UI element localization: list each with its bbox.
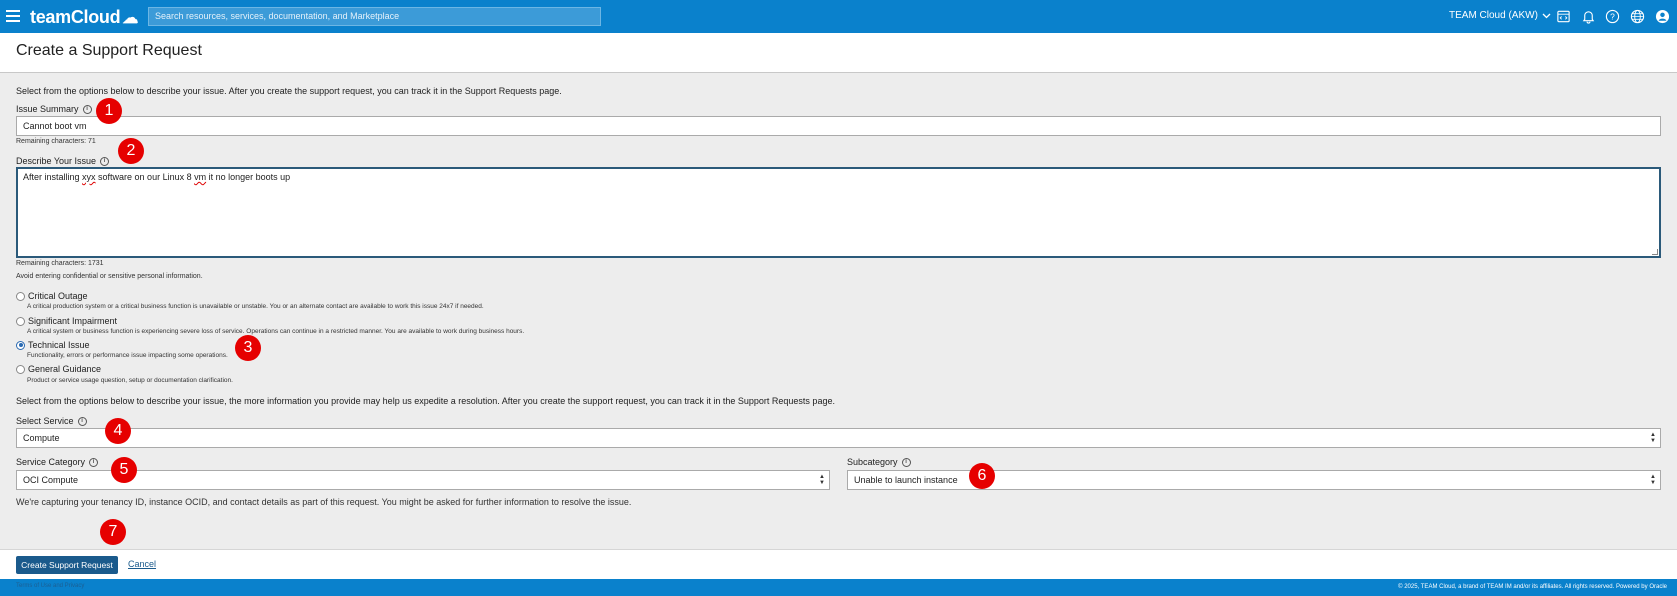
select-service-label-text: Select Service [16, 416, 74, 426]
annotation-badge-2: 2 [118, 138, 144, 164]
up-down-arrows-icon: ▲ ▼ [1650, 474, 1656, 486]
annotation-badge-7: 7 [100, 519, 126, 545]
brand-logo[interactable]: teamCloud ☁ [30, 7, 138, 28]
radio-button[interactable] [16, 316, 25, 326]
issue-summary-remaining: Remaining characters: 71 [16, 138, 96, 145]
global-search-input[interactable]: Search resources, services, documentatio… [148, 7, 601, 26]
service-category-dropdown[interactable]: OCI Compute ▲ ▼ [16, 470, 830, 490]
service-category-label-text: Service Category [16, 457, 86, 467]
severity-label: General Guidance [28, 364, 102, 374]
tenancy-selector[interactable]: TEAM Cloud (AKW) [1449, 10, 1551, 21]
issue-summary-label-text: Issue Summary [16, 104, 79, 114]
severity-label: Technical Issue [28, 340, 90, 350]
select-service-label: Select Service i [16, 416, 87, 426]
cancel-link[interactable]: Cancel [128, 559, 156, 569]
page-footer: Terms of Use and Privacy © 2025, TEAM Cl… [0, 579, 1677, 596]
resize-handle-icon[interactable] [1652, 249, 1658, 255]
page-title: Create a Support Request [16, 42, 202, 59]
info-icon[interactable]: i [77, 416, 87, 426]
service-intro-text: Select from the options below to describ… [16, 396, 835, 406]
chevron-down-icon [1542, 13, 1551, 18]
severity-option-general-guidance[interactable]: General Guidance [16, 364, 101, 374]
globe-icon[interactable] [1630, 9, 1645, 24]
cloud-icon: ☁ [122, 9, 139, 27]
annotation-badge-3: 3 [235, 335, 261, 361]
tenancy-label: TEAM Cloud (AKW) [1449, 10, 1538, 21]
hamburger-menu-icon[interactable] [6, 10, 20, 22]
severity-description: Product or service usage question, setup… [27, 377, 233, 384]
info-icon[interactable]: i [82, 104, 92, 114]
annotation-badge-6: 6 [969, 463, 995, 489]
issue-summary-input[interactable]: Cannot boot vm [16, 116, 1661, 136]
select-service-value: Compute [23, 433, 60, 443]
annotation-badge-5: 5 [111, 457, 137, 483]
info-icon[interactable]: i [89, 457, 99, 467]
terms-privacy-link[interactable]: Terms of Use and Privacy [16, 583, 84, 589]
capture-note: We're capturing your tenancy ID, instanc… [16, 497, 632, 507]
severity-option-significant-impairment[interactable]: Significant Impairment [16, 316, 117, 326]
info-icon[interactable]: i [100, 156, 110, 166]
misspelled-word: xyx [82, 172, 96, 182]
severity-label: Significant Impairment [28, 316, 118, 326]
brand-name: teamCloud [30, 7, 121, 27]
up-down-arrows-icon: ▲ ▼ [1650, 432, 1656, 444]
subcategory-label: Subcategory i [847, 457, 911, 467]
annotation-badge-4: 4 [105, 418, 131, 444]
help-icon[interactable]: ? [1605, 9, 1620, 24]
annotation-badge-1: 1 [96, 98, 122, 124]
subcategory-label-text: Subcategory [847, 457, 898, 467]
severity-label: Critical Outage [28, 291, 88, 301]
select-service-dropdown[interactable]: Compute ▲ ▼ [16, 428, 1661, 448]
svg-text:?: ? [1610, 12, 1615, 22]
service-category-label: Service Category i [16, 457, 99, 467]
subcategory-value: Unable to launch instance [854, 475, 958, 485]
describe-issue-label: Describe Your Issue i [16, 156, 110, 166]
top-navigation-bar: teamCloud ☁ Search resources, services, … [0, 0, 1677, 33]
issue-text-part: software on our Linux 8 [95, 172, 195, 182]
severity-description: A critical production system or a critic… [27, 303, 484, 310]
bell-icon[interactable] [1581, 9, 1596, 24]
describe-issue-label-text: Describe Your Issue [16, 156, 97, 166]
create-support-request-button[interactable]: Create Support Request [16, 556, 118, 574]
up-down-arrows-icon: ▲ ▼ [819, 474, 825, 486]
code-editor-icon[interactable] [1556, 9, 1571, 24]
page-header: Create a Support Request [0, 33, 1677, 73]
radio-button-selected[interactable] [16, 340, 25, 350]
copyright-text: © 2025, TEAM Cloud, a brand of TEAM IM a… [1398, 584, 1667, 590]
form-intro-text: Select from the options below to describ… [16, 86, 562, 96]
severity-option-critical-outage[interactable]: Critical Outage [16, 291, 88, 301]
form-action-bar: Create Support Request Cancel [0, 549, 1677, 579]
severity-option-technical-issue[interactable]: Technical Issue [16, 340, 90, 350]
issue-summary-label: Issue Summary i [16, 104, 92, 114]
issue-text-part: it no longer boots up [206, 172, 291, 182]
radio-button[interactable] [16, 291, 25, 301]
severity-description: Functionality, errors or performance iss… [27, 352, 228, 359]
describe-issue-textarea[interactable]: After installing xyx software on our Lin… [16, 167, 1661, 258]
issue-text-part: After installing [23, 172, 83, 182]
describe-issue-remaining: Remaining characters: 1731 [16, 260, 104, 267]
sensitive-info-hint: Avoid entering confidential or sensitive… [16, 273, 203, 280]
user-icon[interactable] [1655, 9, 1670, 24]
service-category-value: OCI Compute [23, 475, 79, 485]
misspelled-word: vm [194, 172, 207, 182]
radio-button[interactable] [16, 364, 25, 374]
info-icon[interactable]: i [901, 457, 911, 467]
severity-description: A critical system or business function i… [27, 328, 525, 335]
